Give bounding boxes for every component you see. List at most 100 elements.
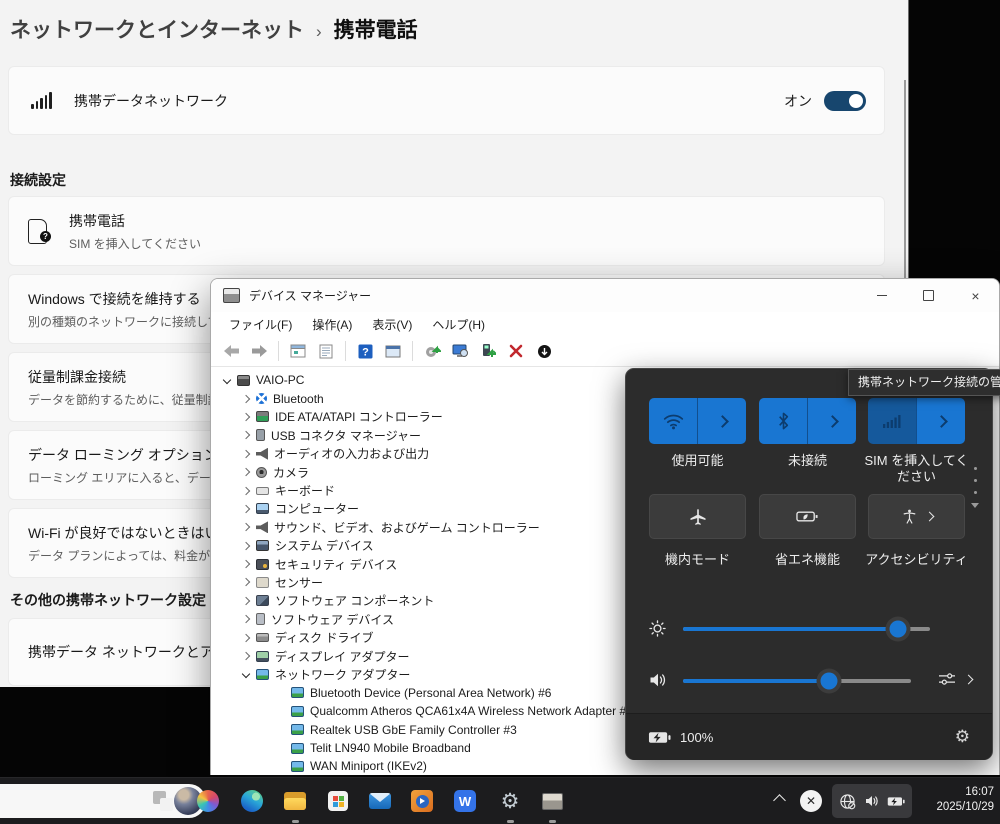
tree-item-label: コンピューター (275, 500, 359, 517)
settings-icon[interactable]: ⚙ (498, 789, 522, 813)
clock[interactable]: 16:07 2025/10/29 (936, 785, 994, 815)
bluetooth-icon[interactable] (759, 398, 807, 444)
tray-expand-icon[interactable] (773, 794, 786, 807)
edge-icon[interactable] (240, 789, 264, 813)
menu-item[interactable]: 表示(V) (362, 316, 422, 333)
disable-device-icon[interactable] (532, 339, 556, 363)
volume-slider-thumb[interactable] (820, 673, 837, 690)
file-explorer-icon[interactable] (283, 789, 307, 813)
add-driver-icon[interactable] (476, 339, 500, 363)
show-window-icon[interactable] (381, 339, 405, 363)
expander-icon[interactable] (238, 483, 254, 499)
menu-item[interactable]: 操作(A) (302, 316, 362, 333)
volume-icon[interactable] (648, 671, 668, 694)
mail-icon[interactable] (368, 789, 392, 813)
task-view-icon[interactable] (151, 789, 175, 813)
console-window-icon[interactable] (286, 339, 310, 363)
scan-hardware-icon[interactable] (448, 339, 472, 363)
cellular-data-toggle[interactable] (824, 91, 866, 111)
wifi-expand-button[interactable] (697, 398, 746, 444)
audio-output-icon[interactable] (938, 671, 956, 687)
expander-icon[interactable] (238, 630, 254, 646)
expander-icon[interactable] (238, 666, 254, 682)
battery-tray-icon (887, 796, 905, 807)
breadcrumb-parent[interactable]: ネットワークとインターネット (10, 14, 304, 44)
back-icon[interactable] (219, 339, 243, 363)
minimize-icon (877, 295, 887, 296)
battery-status[interactable]: 100% (648, 730, 713, 745)
page-indicator[interactable] (971, 467, 979, 508)
expander-icon[interactable] (219, 372, 235, 388)
wifi-tile[interactable] (649, 398, 746, 444)
device-manager-taskbar-icon[interactable] (540, 789, 564, 813)
airplane-mode-tile[interactable] (649, 494, 746, 539)
maximize-button[interactable] (905, 279, 952, 312)
brightness-slider[interactable] (683, 627, 930, 631)
volume-row (626, 669, 992, 693)
device-manager-menubar: ファイル(F)操作(A)表示(V)ヘルプ(H) (211, 312, 999, 336)
expander-icon[interactable] (238, 611, 254, 627)
tooltip: 携帯ネットワーク接続の管理 (848, 369, 1000, 396)
expander-icon[interactable] (273, 758, 289, 774)
airplane-mode-label: 機内モード (642, 552, 753, 568)
quick-settings-button[interactable] (832, 784, 912, 818)
expander-icon[interactable] (238, 648, 254, 664)
expander-icon[interactable] (238, 556, 254, 572)
expander-icon[interactable] (238, 501, 254, 517)
cellular-expand-button[interactable] (916, 398, 965, 444)
menu-item[interactable]: ファイル(F) (219, 316, 302, 333)
expand-down-icon (971, 503, 979, 508)
tree-item-label: WAN Miniport (IKEv2) (310, 759, 427, 773)
breadcrumb: ネットワークとインターネット › 携帯電話 (10, 14, 418, 44)
expander-icon[interactable] (238, 593, 254, 609)
tree-item-label: Qualcomm Atheros QCA61x4A Wireless Netwo… (310, 704, 633, 718)
forward-icon[interactable] (247, 339, 271, 363)
brightness-slider-thumb[interactable] (889, 621, 906, 638)
quick-settings-gear-icon[interactable]: ⚙ (955, 727, 970, 747)
globe-offline-icon (839, 793, 856, 810)
tree-item-label: Bluetooth Device (Personal Area Network)… (310, 686, 551, 700)
properties-icon[interactable] (314, 339, 338, 363)
media-player-icon[interactable] (410, 789, 434, 813)
expander-icon[interactable] (238, 446, 254, 462)
quick-settings-footer: 100% ⚙ (626, 713, 992, 760)
close-button[interactable]: × (952, 279, 999, 312)
energy-saver-tile[interactable] (759, 494, 856, 539)
expander-icon[interactable] (238, 519, 254, 535)
search-box[interactable] (0, 784, 206, 818)
tree-item-label: カメラ (273, 464, 309, 481)
close-circle-icon[interactable]: ✕ (800, 790, 822, 812)
bluetooth-expand-button[interactable] (807, 398, 856, 444)
expander-icon[interactable] (273, 722, 289, 738)
expander-icon[interactable] (273, 740, 289, 756)
expander-icon[interactable] (238, 574, 254, 590)
device-manager-titlebar[interactable]: デバイス マネージャー × (211, 279, 999, 312)
expander-icon[interactable] (273, 703, 289, 719)
tree-item-label: サウンド、ビデオ、およびゲーム コントローラー (274, 519, 540, 536)
expander-icon[interactable] (238, 464, 254, 480)
accessibility-tile[interactable] (868, 494, 965, 539)
uninstall-device-icon[interactable] (504, 339, 528, 363)
menu-item[interactable]: ヘルプ(H) (422, 316, 495, 333)
expander-icon[interactable] (273, 685, 289, 701)
expander-icon[interactable] (238, 538, 254, 554)
copilot-icon[interactable] (196, 789, 220, 813)
settings-card[interactable]: 携帯電話 SIM を挿入してください (8, 196, 885, 266)
expander-icon[interactable] (238, 409, 254, 425)
wps-office-icon[interactable]: W (453, 789, 477, 813)
update-driver-icon[interactable] (420, 339, 444, 363)
cellular-tile[interactable] (868, 398, 965, 444)
expander-icon[interactable] (238, 391, 254, 407)
expander-icon[interactable] (238, 427, 254, 443)
wifi-icon[interactable] (649, 398, 697, 444)
card-title: 携帯電話 (69, 211, 201, 231)
cellular-data-toggle-card[interactable]: 携帯データネットワーク オン (8, 66, 885, 135)
store-icon[interactable] (326, 789, 350, 813)
volume-slider[interactable] (683, 679, 911, 683)
help-icon[interactable]: ? (353, 339, 377, 363)
time-label: 16:07 (936, 785, 994, 800)
minimize-button[interactable] (858, 279, 905, 312)
cellular-icon[interactable] (868, 398, 916, 444)
bluetooth-tile[interactable] (759, 398, 856, 444)
chevron-right-icon[interactable] (964, 674, 974, 684)
